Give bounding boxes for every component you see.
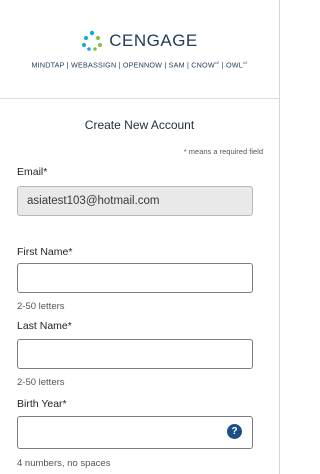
email-label: Email* (17, 166, 48, 178)
logo-wordmark: CENGAGE (109, 31, 198, 50)
birth-year-field[interactable]: ? (17, 416, 253, 449)
email-value: asiatest103@hotmail.com (27, 195, 160, 207)
first-name-label: First Name* (17, 246, 73, 258)
last-name-label: Last Name* (17, 320, 72, 332)
logo: CENGAGE (0, 30, 279, 52)
required-note: * means a required field (183, 147, 263, 156)
product-list: MINDTAP | WEBASSIGN | OPENNOW | SAM | CN… (31, 60, 248, 70)
product-owl-mark: v2 (242, 60, 248, 65)
birth-year-hint: 4 numbers, no spaces (17, 458, 111, 469)
product-webassign: WEBASSIGN (71, 60, 117, 70)
cengage-logo-icon (82, 30, 103, 51)
product-sam: SAM (168, 60, 185, 70)
product-mindtap: MINDTAP (31, 60, 65, 70)
birth-year-label: Birth Year* (17, 398, 67, 410)
question-icon[interactable]: ? (227, 424, 242, 439)
first-name-field[interactable] (17, 263, 253, 293)
product-owl: OWL (225, 60, 243, 70)
header: CENGAGE MINDTAP | WEBASSIGN | OPENNOW | … (0, 0, 279, 99)
product-cnow: CNOW (191, 60, 215, 70)
first-name-hint: 2-50 letters (17, 301, 65, 312)
email-field: asiatest103@hotmail.com (17, 186, 253, 216)
last-name-hint: 2-50 letters (17, 377, 65, 388)
last-name-field[interactable] (17, 339, 253, 369)
page-title: Create New Account (84, 118, 195, 132)
product-opennow: OPENNOW (122, 60, 163, 70)
product-cnow-mark: v2 (214, 60, 220, 65)
